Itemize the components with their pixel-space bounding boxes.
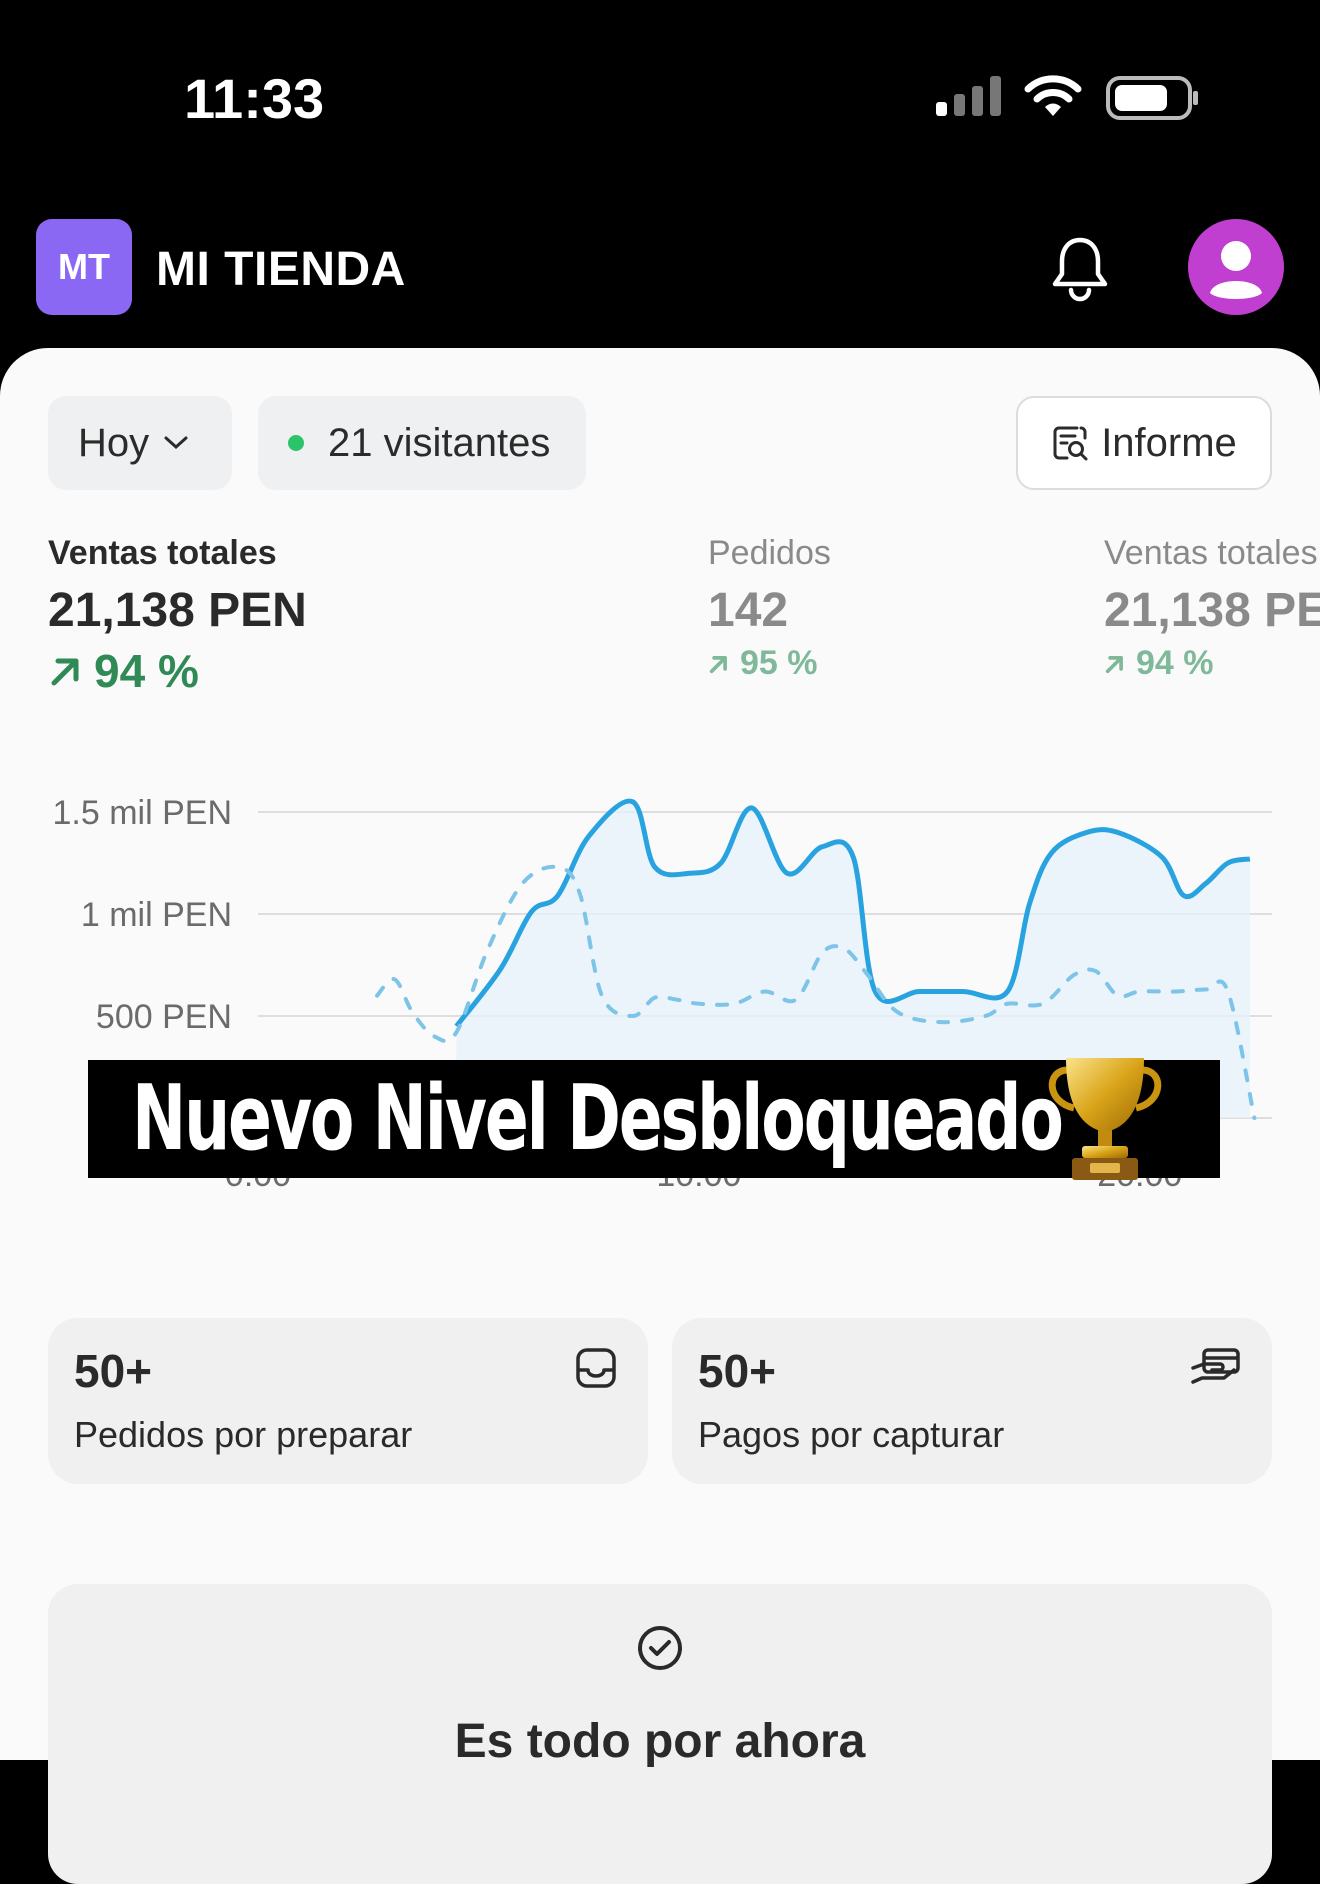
metrics-carousel[interactable]: Ventas totales 21,138 PEN 94 % Pedidos 1… bbox=[0, 348, 1320, 848]
metric-total-sales-2[interactable]: Ventas totales 21,138 PEN 94 % bbox=[1104, 534, 1320, 683]
arrow-up-right-icon bbox=[709, 655, 727, 673]
metric-total-sales[interactable]: Ventas totales 21,138 PEN 94 % bbox=[48, 534, 307, 698]
battery-icon bbox=[1106, 76, 1198, 120]
metric-value: 142 bbox=[708, 584, 789, 637]
metric-change: 94 % bbox=[48, 644, 307, 698]
metric-orders[interactable]: Pedidos 142 95 % bbox=[708, 534, 831, 683]
y-tick-label: 1.5 mil PEN bbox=[53, 794, 233, 832]
metric-change-value: 94 % bbox=[1136, 644, 1214, 682]
arrow-up-right-icon bbox=[1105, 655, 1123, 673]
user-avatar[interactable] bbox=[1188, 219, 1284, 315]
y-tick-label: 500 PEN bbox=[96, 998, 232, 1036]
empty-state-panel: Es todo por ahora bbox=[48, 1584, 1272, 1884]
empty-state-text: Es todo por ahora bbox=[454, 1715, 866, 1768]
metric-value: 21,138 PEN bbox=[48, 584, 307, 637]
arrow-up-right-icon bbox=[51, 658, 79, 686]
metric-label: Pedidos bbox=[708, 534, 831, 572]
metric-value: 21,138 PEN bbox=[1104, 584, 1320, 637]
y-tick-label: 1 mil PEN bbox=[81, 896, 232, 934]
wifi-icon bbox=[1024, 75, 1082, 116]
status-time: 11:33 bbox=[184, 67, 325, 130]
card-count: 50+ bbox=[74, 1345, 153, 1397]
overlay-banner-text: Nuevo Nivel Desbloqueado bbox=[132, 1066, 1064, 1171]
card-label: Pagos por capturar bbox=[698, 1414, 1005, 1455]
status-bar: 11:33 bbox=[0, 0, 1320, 190]
card-label: Pedidos por preparar bbox=[74, 1414, 413, 1455]
user-icon bbox=[1210, 241, 1262, 299]
app-header: MT MI TIENDA bbox=[0, 190, 1320, 350]
card-count: 50+ bbox=[698, 1345, 777, 1397]
metric-change-value: 95 % bbox=[740, 644, 818, 682]
card-payment-icon bbox=[1191, 1348, 1240, 1384]
inbox-icon bbox=[576, 1348, 616, 1388]
payments-to-capture-card[interactable]: 50+ Pagos por capturar bbox=[672, 1318, 1272, 1484]
check-circle-icon bbox=[638, 1626, 682, 1670]
store-badge[interactable]: MT bbox=[36, 219, 132, 315]
dashboard-sheet: Hoy 21 visitantes Informe Ventas totales… bbox=[0, 348, 1320, 1884]
store-name[interactable]: MI TIENDA bbox=[156, 242, 406, 297]
cellular-signal-icon bbox=[936, 76, 1001, 116]
bell-icon[interactable] bbox=[1048, 234, 1112, 302]
metric-change: 95 % bbox=[708, 644, 831, 683]
metric-change: 94 % bbox=[1104, 644, 1320, 683]
metric-change-value: 94 % bbox=[94, 645, 199, 697]
trophy-icon bbox=[1048, 1058, 1162, 1180]
metric-label: Ventas totales bbox=[1104, 534, 1318, 572]
metric-label: Ventas totales bbox=[48, 534, 277, 572]
orders-to-prepare-card[interactable]: 50+ Pedidos por preparar bbox=[48, 1318, 648, 1484]
